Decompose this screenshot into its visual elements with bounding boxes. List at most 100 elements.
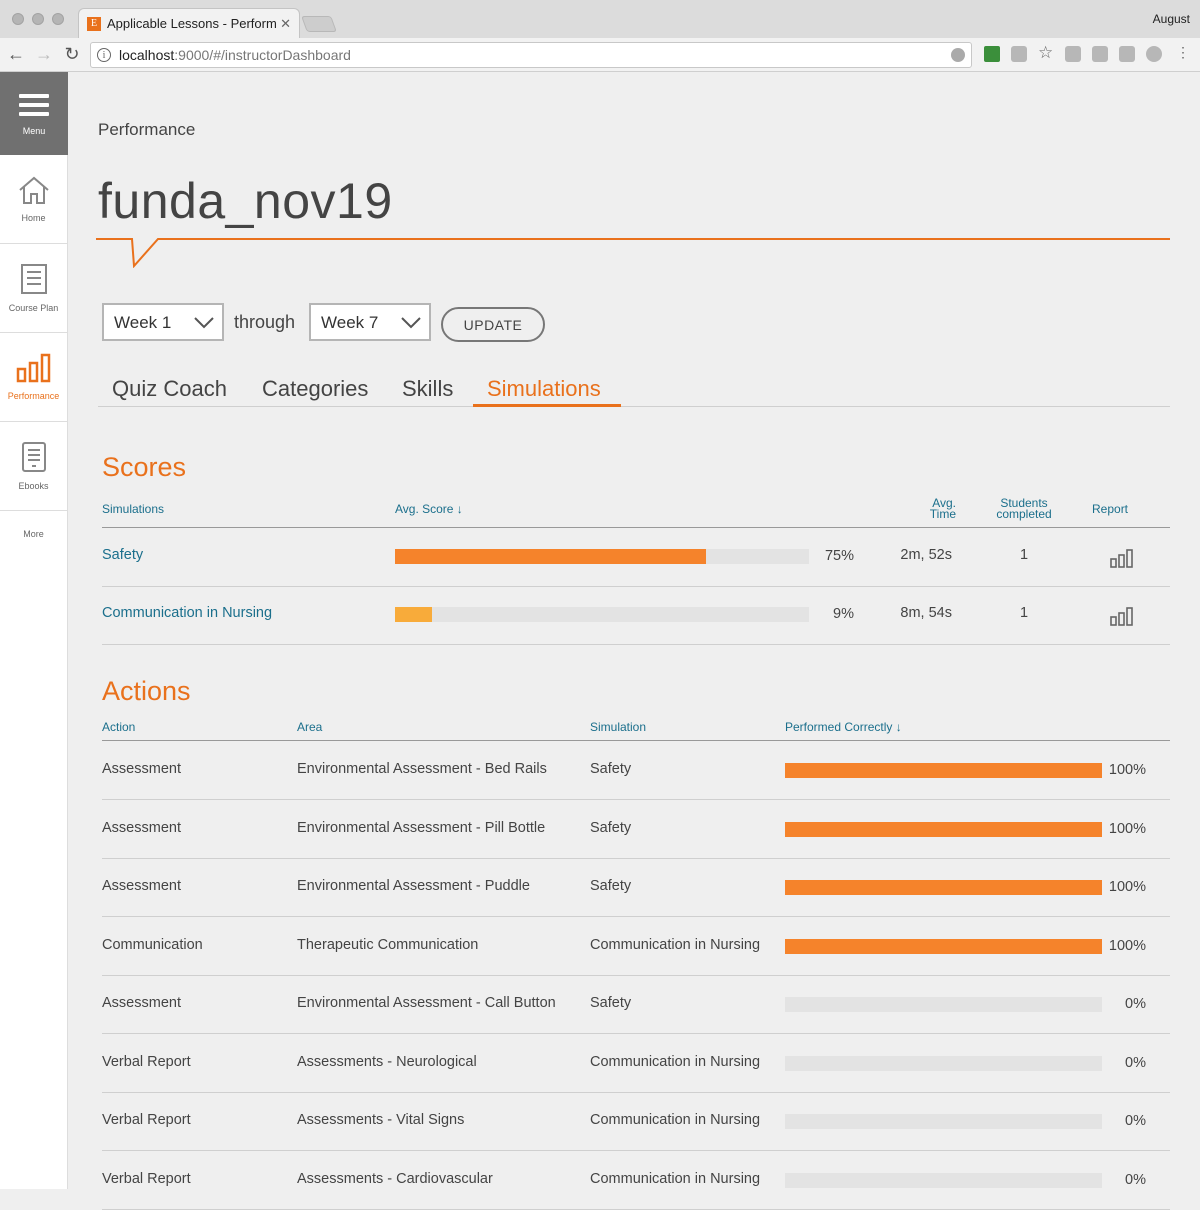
profile-name[interactable]: August xyxy=(1153,12,1190,26)
tab-categories[interactable]: Categories xyxy=(262,376,368,402)
reload-icon[interactable]: ↻ xyxy=(62,44,82,65)
extension-icon[interactable] xyxy=(1092,46,1108,62)
extension-icon[interactable] xyxy=(1119,46,1135,62)
info-icon[interactable]: i xyxy=(97,48,111,62)
performed-correctly-value: 100% xyxy=(1108,937,1146,954)
report-chart-icon[interactable] xyxy=(1110,606,1134,626)
area-cell: Assessments - Cardiovascular xyxy=(297,1170,493,1187)
avg-score-bar xyxy=(395,607,809,622)
tab-simulations[interactable]: Simulations xyxy=(487,376,601,402)
area-cell: Environmental Assessment - Bed Rails xyxy=(297,761,547,777)
browser-menu-icon[interactable]: ⋮ xyxy=(1176,44,1190,60)
title-underline xyxy=(96,238,1170,268)
performed-correctly-bar-fill xyxy=(785,763,1102,778)
breadcrumb: Performance xyxy=(98,120,196,139)
site-settings-icon[interactable] xyxy=(951,48,965,62)
col-avg-score[interactable]: Avg. Score ↓ xyxy=(395,503,463,515)
chevron-down-icon xyxy=(401,317,421,329)
chevron-down-icon xyxy=(194,317,214,329)
actions-title: Actions xyxy=(102,676,191,706)
col-performed-correctly[interactable]: Performed Correctly ↓ xyxy=(785,721,902,733)
row-divider xyxy=(102,916,1170,917)
drive-extension-icon[interactable] xyxy=(984,46,1000,62)
performed-correctly-bar xyxy=(785,880,1102,895)
col-area[interactable]: Area xyxy=(297,721,322,733)
performed-correctly-bar-fill xyxy=(785,821,1102,837)
avg-time-value: 2m, 52s xyxy=(900,547,952,563)
col-simulations[interactable]: Simulations xyxy=(102,503,164,515)
avg-score-bar xyxy=(395,549,809,564)
sidebar-item-course-plan[interactable]: Course Plan xyxy=(0,244,67,333)
tab-quiz-coach[interactable]: Quiz Coach xyxy=(112,376,227,402)
to-week-select[interactable]: Week 7 xyxy=(309,303,431,341)
sidebar-item-label: Performance xyxy=(7,391,60,401)
sidebar-item-ebooks[interactable]: Ebooks xyxy=(0,422,67,511)
extension-icon[interactable] xyxy=(1065,46,1081,62)
new-tab-button[interactable] xyxy=(301,16,337,32)
row-divider xyxy=(102,799,1170,800)
url-path: :9000/#/instructorDashboard xyxy=(174,47,351,63)
performed-correctly-bar xyxy=(785,821,1102,837)
students-completed-value: 1 xyxy=(1019,605,1029,621)
sidebar-item-performance[interactable]: Performance xyxy=(0,333,67,422)
action-cell: Assessment xyxy=(102,878,181,894)
tab-title: Applicable Lessons - Performa xyxy=(107,16,277,31)
performed-correctly-bar xyxy=(785,1172,1102,1188)
col-action[interactable]: Action xyxy=(102,721,135,733)
browser-tab-strip: E Applicable Lessons - Performa ✕ August xyxy=(0,0,1200,38)
from-week-value: Week 1 xyxy=(114,313,172,332)
close-window-button[interactable] xyxy=(12,13,24,25)
window-controls xyxy=(12,13,64,25)
col-simulation[interactable]: Simulation xyxy=(590,721,646,733)
performed-correctly-bar xyxy=(785,763,1102,778)
action-cell: Communication xyxy=(102,936,203,953)
extension-icon[interactable] xyxy=(1011,46,1027,62)
close-tab-icon[interactable]: ✕ xyxy=(280,16,291,32)
url-host: localhost xyxy=(119,47,175,63)
scores-header-divider xyxy=(102,527,1170,528)
tab-skills[interactable]: Skills xyxy=(402,376,453,402)
bar-chart-icon xyxy=(16,353,50,383)
area-cell: Environmental Assessment - Puddle xyxy=(297,878,530,894)
ebook-icon xyxy=(21,442,46,472)
col-students-completed[interactable]: Students completed xyxy=(988,497,1060,520)
menu-button[interactable]: Menu xyxy=(0,72,68,155)
minimize-window-button[interactable] xyxy=(32,13,44,25)
simulation-cell: Communication in Nursing xyxy=(590,1112,761,1128)
forward-icon[interactable]: → xyxy=(34,44,54,65)
action-cell: Verbal Report xyxy=(102,1112,191,1128)
col-avg-time[interactable]: Avg. Time xyxy=(924,497,956,520)
browser-tab[interactable]: E Applicable Lessons - Performa ✕ xyxy=(78,8,300,38)
page-title: funda_nov19 xyxy=(98,173,393,229)
maximize-window-button[interactable] xyxy=(52,13,64,25)
bookmark-star-icon[interactable]: ☆ xyxy=(1038,43,1054,62)
avg-score-bar-fill xyxy=(395,549,706,564)
simulation-cell: Safety xyxy=(590,995,632,1011)
back-icon[interactable]: ← xyxy=(6,44,26,65)
sidebar-more[interactable]: More xyxy=(0,511,67,539)
update-button[interactable]: UPDATE xyxy=(441,307,545,342)
simulation-cell: Communication in Nursing xyxy=(590,1053,761,1070)
scores-title: Scores xyxy=(102,452,187,482)
avg-score-value: 75% xyxy=(824,548,854,564)
row-divider xyxy=(102,644,1170,645)
simulation-link[interactable]: Safety xyxy=(102,547,143,563)
performed-correctly-value: 0% xyxy=(1125,1113,1146,1129)
row-divider xyxy=(102,1033,1170,1034)
hamburger-icon xyxy=(19,94,49,116)
report-chart-icon[interactable] xyxy=(1110,548,1134,568)
students-completed-value: 1 xyxy=(1019,547,1029,563)
sidebar-item-label: Course Plan xyxy=(8,303,59,313)
address-bar[interactable]: i localhost:9000/#/instructorDashboard xyxy=(90,42,972,68)
extension-icon[interactable] xyxy=(1146,46,1162,62)
row-divider xyxy=(102,1150,1170,1151)
from-week-select[interactable]: Week 1 xyxy=(102,303,224,341)
through-label: through xyxy=(234,312,296,332)
area-cell: Therapeutic Communication xyxy=(297,936,479,953)
simulation-link[interactable]: Communication in Nursing xyxy=(102,605,272,621)
sidebar-item-label: Home xyxy=(21,213,46,223)
performed-correctly-value: 100% xyxy=(1108,762,1146,778)
sidebar-item-home[interactable]: Home xyxy=(0,155,67,244)
to-week-value: Week 7 xyxy=(321,313,379,332)
row-divider xyxy=(102,586,1170,587)
